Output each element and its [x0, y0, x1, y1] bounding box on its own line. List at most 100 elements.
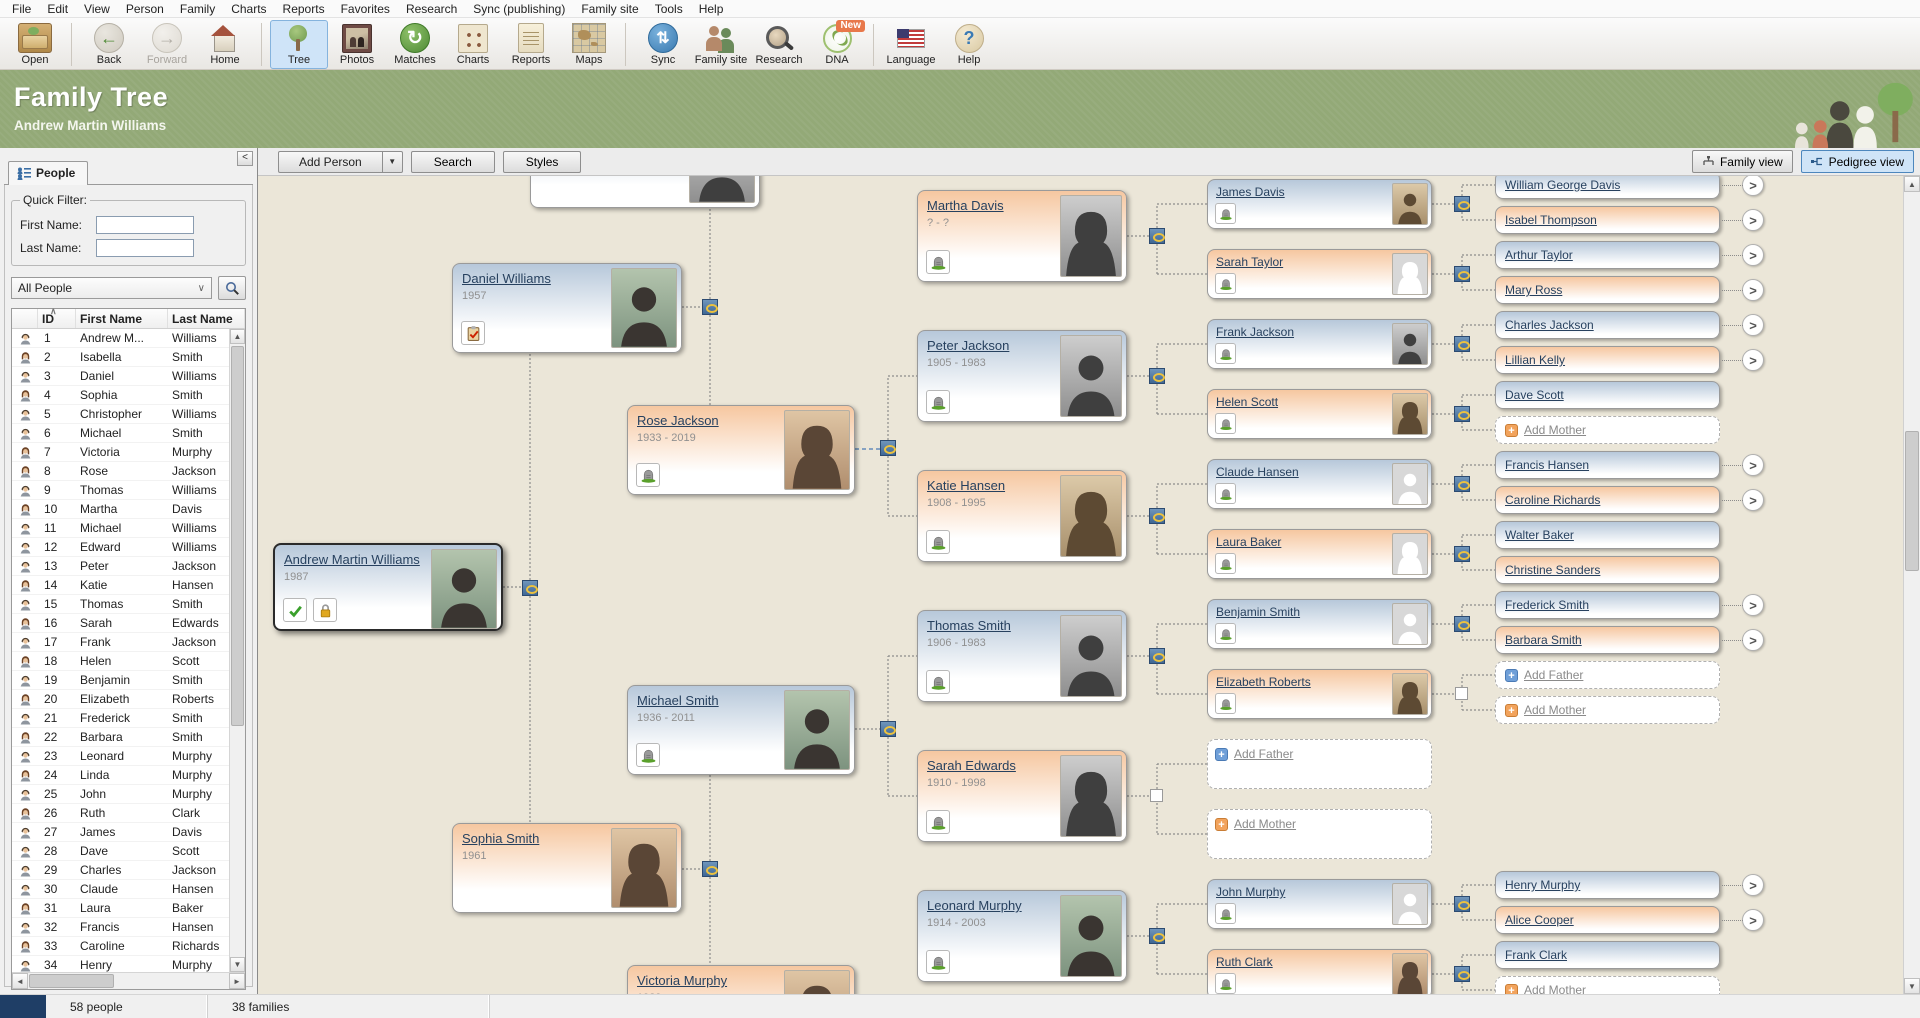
person-row[interactable]: 30 Claude Hansen: [12, 880, 245, 899]
marriage-icon[interactable]: [1454, 196, 1470, 212]
privacy-lock-icon[interactable]: [313, 598, 337, 622]
person-name-link[interactable]: Frederick Smith: [1505, 598, 1589, 612]
person-card[interactable]: Frank Jackson Frank Jackson: [1207, 319, 1432, 369]
ancestor-bar[interactable]: Charles Jackson >: [1495, 311, 1720, 339]
person-name-link[interactable]: Helen Scott: [1216, 395, 1278, 409]
person-row[interactable]: 5 Christopher Williams: [12, 405, 245, 424]
person-row[interactable]: 24 Linda Murphy: [12, 766, 245, 785]
person-row[interactable]: 18 Helen Scott: [12, 652, 245, 671]
marriage-icon[interactable]: [1454, 546, 1470, 562]
toolbar-button[interactable]: Forward: [138, 20, 196, 69]
person-name-link[interactable]: Claude Hansen: [1216, 465, 1299, 479]
person-name-link[interactable]: Martha Davis: [927, 198, 1004, 213]
expand-ancestors-arrow[interactable]: >: [1742, 629, 1764, 651]
person-name-link[interactable]: Christine Sanders: [1505, 563, 1600, 577]
add-person-button[interactable]: Add Person: [278, 151, 383, 173]
person-card[interactable]: Sarah Edwards 1910 - 1998: [917, 750, 1127, 842]
menu-item[interactable]: Family site: [573, 1, 646, 17]
column-header-id[interactable]: ∧ID: [38, 309, 76, 328]
menu-item[interactable]: Family: [172, 1, 223, 17]
person-row[interactable]: 28 Dave Scott: [12, 842, 245, 861]
add-person-dropdown-arrow[interactable]: ▼: [383, 151, 403, 173]
person-name-link[interactable]: Sarah Taylor: [1216, 255, 1283, 269]
marriage-icon[interactable]: [702, 861, 718, 877]
person-name-link[interactable]: Sophia Smith: [462, 831, 539, 846]
marriage-icon[interactable]: [880, 721, 896, 737]
ancestor-bar[interactable]: Add Mother >: [1495, 976, 1720, 994]
toolbar-button[interactable]: Research: [750, 20, 808, 69]
person-name-link[interactable]: Victoria Murphy: [637, 973, 727, 988]
person-card[interactable]: Peter Jackson 1905 - 1983: [917, 330, 1127, 422]
person-row[interactable]: 31 Laura Baker: [12, 899, 245, 918]
marriage-icon[interactable]: [1454, 616, 1470, 632]
person-row[interactable]: 20 Elizabeth Roberts: [12, 690, 245, 709]
styles-button[interactable]: Styles: [503, 151, 582, 173]
ancestor-bar[interactable]: Henry Murphy >: [1495, 871, 1720, 899]
sidebar-collapse-button[interactable]: <: [237, 151, 253, 166]
expand-ancestors-arrow[interactable]: >: [1742, 209, 1764, 231]
people-filter-dropdown[interactable]: All People ∨: [11, 277, 212, 299]
expand-ancestors-arrow[interactable]: >: [1742, 244, 1764, 266]
person-name-link[interactable]: Add Father: [1524, 668, 1583, 682]
person-row[interactable]: 9 Thomas Williams: [12, 481, 245, 500]
expand-ancestors-arrow[interactable]: >: [1742, 874, 1764, 896]
person-row[interactable]: 23 Leonard Murphy: [12, 747, 245, 766]
person-card[interactable]: Ruth Clark Ruth Clark: [1207, 949, 1432, 994]
person-name-link[interactable]: William George Davis: [1505, 178, 1620, 192]
marriage-icon[interactable]: [1149, 368, 1165, 384]
person-row[interactable]: 12 Edward Williams: [12, 538, 245, 557]
person-row[interactable]: 13 Peter Jackson: [12, 557, 245, 576]
root-person-card[interactable]: Andrew Martin Williams 1987: [273, 543, 503, 631]
person-name-link[interactable]: Charles Jackson: [1505, 318, 1594, 332]
toolbar-button[interactable]: Matches: [386, 20, 444, 69]
person-name-link[interactable]: Frank Jackson: [1216, 325, 1294, 339]
marriage-icon[interactable]: [522, 580, 538, 596]
person-row[interactable]: 34 Henry Murphy: [12, 956, 245, 973]
person-row[interactable]: 22 Barbara Smith: [12, 728, 245, 747]
person-card[interactable]: Helen Scott Helen Scott: [1207, 389, 1432, 439]
column-header-last-name[interactable]: Last Name: [168, 309, 245, 328]
ancestor-bar[interactable]: Christine Sanders >: [1495, 556, 1720, 584]
people-list-horizontal-scrollbar[interactable]: ◄ ►: [12, 972, 245, 989]
person-row[interactable]: 33 Caroline Richards: [12, 937, 245, 956]
tab-people[interactable]: People: [8, 161, 88, 185]
person-name-link[interactable]: Dave Scott: [1505, 388, 1564, 402]
ancestor-bar[interactable]: Caroline Richards >: [1495, 486, 1720, 514]
toolbar-button[interactable]: Home: [196, 20, 254, 69]
partial-ancestor-card[interactable]: [530, 176, 760, 208]
person-card[interactable]: Victoria Murphy 1939: [627, 965, 855, 994]
ancestor-bar[interactable]: Add Father >: [1495, 661, 1720, 689]
scrollbar-thumb[interactable]: [1905, 431, 1919, 571]
person-card[interactable]: James Davis James Davis: [1207, 179, 1432, 229]
add-parent-link[interactable]: Add Mother: [1234, 817, 1296, 831]
scroll-down-icon[interactable]: ▼: [1904, 978, 1920, 994]
person-name-link[interactable]: Barbara Smith: [1505, 633, 1582, 647]
person-row[interactable]: 27 James Davis: [12, 823, 245, 842]
menu-item[interactable]: Help: [691, 1, 732, 17]
person-name-link[interactable]: Arthur Taylor: [1505, 248, 1573, 262]
menu-item[interactable]: Sync (publishing): [465, 1, 573, 17]
person-row[interactable]: 16 Sarah Edwards: [12, 614, 245, 633]
ancestor-bar[interactable]: Barbara Smith >: [1495, 626, 1720, 654]
menu-item[interactable]: Research: [398, 1, 465, 17]
person-row[interactable]: 8 Rose Jackson: [12, 462, 245, 481]
person-name-link[interactable]: Michael Smith: [637, 693, 719, 708]
menu-item[interactable]: Tools: [647, 1, 691, 17]
ancestor-bar[interactable]: Lillian Kelly >: [1495, 346, 1720, 374]
person-name-link[interactable]: Walter Baker: [1505, 528, 1574, 542]
marriage-icon[interactable]: [1149, 508, 1165, 524]
scroll-right-icon[interactable]: ►: [229, 973, 245, 989]
scrollbar-thumb[interactable]: [231, 346, 244, 726]
person-row[interactable]: 2 Isabella Smith: [12, 348, 245, 367]
person-name-link[interactable]: Alice Cooper: [1505, 913, 1574, 927]
person-name-link[interactable]: Ruth Clark: [1216, 955, 1273, 969]
expand-ancestors-arrow[interactable]: >: [1742, 909, 1764, 931]
person-name-link[interactable]: Frank Clark: [1505, 948, 1567, 962]
person-card[interactable]: Thomas Smith 1906 - 1983: [917, 610, 1127, 702]
expand-ancestors-arrow[interactable]: >: [1742, 454, 1764, 476]
person-name-link[interactable]: Benjamin Smith: [1216, 605, 1300, 619]
empty-union-icon[interactable]: [1455, 687, 1468, 700]
first-name-input[interactable]: [96, 216, 194, 234]
person-row[interactable]: 29 Charles Jackson: [12, 861, 245, 880]
ancestor-bar[interactable]: Arthur Taylor >: [1495, 241, 1720, 269]
